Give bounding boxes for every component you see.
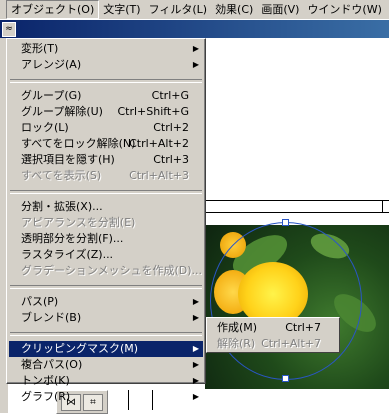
menu-item-label: ロック(L)	[21, 121, 69, 134]
menu-item-rasterize[interactable]: ラスタライズ(Z)...	[9, 247, 203, 263]
menu-item-label: 複合パス(O)	[21, 358, 83, 371]
menu-bar: オブジェクト(O) 文字(T) フィルタ(L) 効果(C) 画面(V) ウインド…	[0, 0, 389, 20]
submenu-arrow-icon: ▶	[192, 344, 199, 353]
object-dropdown-menu: 変形(T) ▶ アレンジ(A) ▶ グループ(G) Ctrl+G グループ解除(U) C…	[6, 38, 206, 403]
menu-separator	[10, 285, 202, 289]
anchor-handle-bottom[interactable]	[282, 375, 289, 382]
selected-ellipse-path[interactable]	[210, 222, 362, 380]
menu-item-shortcut: Ctrl+Alt+3	[129, 169, 189, 182]
menu-item-graph[interactable]: グラフ(R) ▶	[9, 389, 203, 405]
submenu-arrow-icon: ▶	[192, 60, 199, 69]
menu-item-label: 変形(T)	[21, 42, 59, 55]
menu-item-flatten-transparency[interactable]: 透明部分を分割(F)...	[9, 231, 203, 247]
menu-item-shortcut: Ctrl+3	[153, 153, 189, 166]
artboard-guide-line	[382, 200, 383, 213]
menu-object[interactable]: オブジェクト(O)	[6, 0, 100, 19]
submenu-item-make[interactable]: 作成(M) Ctrl+7	[209, 320, 337, 336]
submenu-arrow-icon: ▶	[192, 376, 199, 385]
menu-item-shortcut: Ctrl+Alt+7	[261, 337, 321, 350]
menu-item-label: パス(P)	[21, 295, 59, 308]
menu-item-hide-selection[interactable]: 選択項目を隠す(H) Ctrl+3	[9, 152, 203, 168]
menu-item-label: 分割・拡張(X)...	[21, 200, 103, 213]
menu-item-lock[interactable]: ロック(L) Ctrl+2	[9, 120, 203, 136]
menu-item-compound-path[interactable]: 複合パス(O) ▶	[9, 357, 203, 373]
menu-window[interactable]: ウインドウ(W)	[303, 1, 385, 18]
anchor-handle-top[interactable]	[282, 219, 289, 226]
menu-item-crop-marks[interactable]: トンボ(K) ▶	[9, 373, 203, 389]
menu-item-label: 選択項目を隠す(H)	[21, 153, 115, 166]
menu-item-expand[interactable]: 分割・拡張(X)...	[9, 199, 203, 215]
menu-item-label: グループ解除(U)	[21, 105, 103, 118]
menu-separator	[10, 332, 202, 336]
menu-item-path[interactable]: パス(P) ▶	[9, 294, 203, 310]
menu-item-clipping-mask[interactable]: クリッピングマスク(M) ▶	[9, 341, 203, 357]
menu-item-label: グループ(G)	[21, 89, 82, 102]
document-titlebar	[0, 20, 389, 38]
menu-item-label: グラデーションメッシュを作成(D)...	[21, 264, 202, 277]
menu-type[interactable]: 文字(T)	[99, 1, 144, 18]
submenu-arrow-icon: ▶	[192, 360, 199, 369]
menu-item-label: トンボ(K)	[21, 374, 70, 387]
menu-item-shortcut: Ctrl+2	[153, 121, 189, 134]
menu-item-expand-appearance[interactable]: アピアランスを分割(E)	[9, 215, 203, 231]
menu-item-show-all[interactable]: すべてを表示(S) Ctrl+Alt+3	[9, 168, 203, 184]
menu-item-label: 透明部分を分割(F)...	[21, 232, 124, 245]
menu-item-label: アレンジ(A)	[21, 58, 82, 71]
menu-item-label: グラフ(R)	[21, 390, 71, 403]
menu-item-label: すべてをロック解除(N)	[21, 137, 136, 150]
menu-item-group[interactable]: グループ(G) Ctrl+G	[9, 88, 203, 104]
menu-item-label: 作成(M)	[217, 321, 258, 334]
menu-item-label: ラスタライズ(Z)...	[21, 248, 114, 261]
menu-item-label: ブレンド(B)	[21, 311, 82, 324]
menu-item-create-gradient-mesh[interactable]: グラデーションメッシュを作成(D)...	[9, 263, 203, 279]
submenu-arrow-icon: ▶	[192, 392, 199, 401]
submenu-item-release[interactable]: 解除(R) Ctrl+Alt+7	[209, 336, 337, 352]
menu-effect[interactable]: 効果(C)	[211, 1, 257, 18]
menu-item-label: 解除(R)	[217, 337, 256, 350]
menu-item-blend[interactable]: ブレンド(B) ▶	[9, 310, 203, 326]
menu-item-unlock-all[interactable]: すべてをロック解除(N) Ctrl+Alt+2	[9, 136, 203, 152]
menu-item-label: アピアランスを分割(E)	[21, 216, 136, 229]
menu-separator	[10, 79, 202, 83]
menu-filter[interactable]: フィルタ(L)	[145, 1, 212, 18]
submenu-arrow-icon: ▶	[192, 44, 199, 53]
document-icon: ≈	[2, 22, 16, 37]
clipping-mask-submenu: 作成(M) Ctrl+7 解除(R) Ctrl+Alt+7	[206, 317, 340, 353]
artboard-guide-line	[205, 200, 389, 201]
menu-item-label: すべてを表示(S)	[21, 169, 102, 182]
submenu-arrow-icon: ▶	[192, 297, 199, 306]
menu-item-arrange[interactable]: アレンジ(A) ▶	[9, 57, 203, 73]
artboard-guide-line	[205, 212, 389, 213]
menu-separator	[10, 190, 202, 194]
menu-item-label: クリッピングマスク(M)	[21, 342, 139, 355]
menu-item-shortcut: Ctrl+G	[151, 89, 189, 102]
menu-item-transform[interactable]: 変形(T) ▶	[9, 41, 203, 57]
menu-view[interactable]: 画面(V)	[257, 1, 303, 18]
menu-item-ungroup[interactable]: グループ解除(U) Ctrl+Shift+G	[9, 104, 203, 120]
menu-item-shortcut: Ctrl+Shift+G	[117, 105, 189, 118]
menu-item-shortcut: Ctrl+Alt+2	[129, 137, 189, 150]
menu-item-shortcut: Ctrl+7	[285, 321, 321, 334]
submenu-arrow-icon: ▶	[192, 313, 199, 322]
